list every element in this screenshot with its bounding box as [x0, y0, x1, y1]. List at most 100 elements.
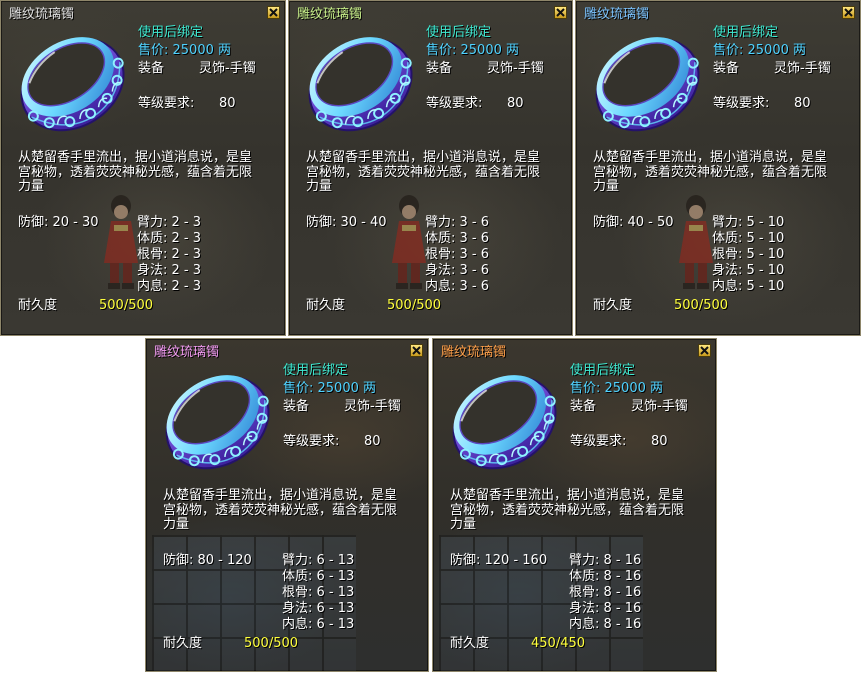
attribute-root-bone: 根骨: 2 - 3 [137, 247, 202, 262]
close-button[interactable] [410, 344, 423, 357]
attribute-root-bone: 根骨: 6 - 13 [282, 585, 355, 600]
close-icon [556, 8, 565, 17]
item-tooltip-5: 雕纹琉璃镯 使用后绑定 售价: 25000 两 装备 灵饰-手镯 等级要求: 8… [432, 338, 717, 672]
description-line: 宫秘物，透着荧荧神秘光感，蕴含着无限 [306, 164, 541, 180]
item-description: 从楚留香手里流出，据小道消息说，是皇 宫秘物，透着荧荧神秘光感，蕴含着无限 力量 [306, 150, 568, 195]
attribute-agility: 身法: 2 - 3 [137, 263, 202, 278]
defense-stat: 防御: 80 - 120 [163, 553, 252, 568]
description-line: 宫秘物，透着荧荧神秘光感，蕴含着无限 [163, 502, 398, 518]
attribute-agility: 身法: 5 - 10 [712, 263, 785, 278]
item-title: 雕纹琉璃镯 [297, 7, 363, 22]
bind-status: 使用后绑定 [713, 25, 779, 40]
item-description: 从楚留香手里流出，据小道消息说，是皇 宫秘物，透着荧荧神秘光感，蕴含着无限 力量 [593, 150, 855, 195]
attribute-list: 臂力: 6 - 13 体质: 6 - 13 根骨: 6 - 13 身法: 6 -… [282, 553, 354, 633]
close-button[interactable] [698, 344, 711, 357]
defense-stat: 防御: 120 - 160 [450, 553, 548, 568]
item-tooltip-2: 雕纹琉璃镯 使用后绑定 售价: 25000 两 装备 灵饰-手镯 等级要求: 8… [288, 0, 573, 336]
durability-value: 500/500 [99, 298, 154, 313]
attribute-inner-breath: 内息: 3 - 6 [425, 279, 490, 294]
description-line: 力量 [163, 517, 190, 532]
attribute-constitution: 体质: 8 - 16 [569, 569, 642, 584]
attribute-root-bone: 根骨: 8 - 16 [569, 585, 642, 600]
bracelet-icon [20, 37, 125, 132]
attribute-constitution: 体质: 3 - 6 [425, 231, 490, 246]
description-line: 宫秘物，透着荧荧神秘光感，蕴含着无限 [593, 164, 828, 180]
close-icon [412, 346, 421, 355]
item-description: 从楚留香手里流出，据小道消息说，是皇 宫秘物，透着荧荧神秘光感，蕴含着无限 力量 [18, 150, 280, 195]
attribute-list: 臂力: 8 - 16 体质: 8 - 16 根骨: 8 - 16 身法: 8 -… [569, 553, 641, 633]
attribute-agility: 身法: 6 - 13 [282, 601, 355, 616]
attribute-agility: 身法: 8 - 16 [569, 601, 642, 616]
level-requirement-value: 80 [651, 434, 668, 449]
item-price: 售价: 25000 两 [426, 43, 519, 58]
attribute-strength: 臂力: 6 - 13 [282, 553, 355, 568]
close-button[interactable] [267, 6, 280, 19]
attribute-strength: 臂力: 5 - 10 [712, 215, 785, 230]
close-icon [269, 8, 278, 17]
durability-label: 耐久度 [306, 298, 346, 313]
description-line: 从楚留香手里流出，据小道消息说，是皇 [593, 150, 828, 165]
bind-status: 使用后绑定 [570, 363, 636, 378]
equip-type: 灵饰-手镯 [487, 61, 544, 76]
bracelet-icon [595, 37, 700, 132]
equip-label: 装备 [426, 61, 453, 76]
description-line: 宫秘物，透着荧荧神秘光感，蕴含着无限 [450, 502, 685, 518]
description-line: 力量 [450, 517, 477, 532]
bind-status: 使用后绑定 [283, 363, 349, 378]
equip-type: 灵饰-手镯 [199, 61, 256, 76]
bind-status: 使用后绑定 [426, 25, 492, 40]
item-title: 雕纹琉璃镯 [441, 345, 507, 360]
item-title: 雕纹琉璃镯 [584, 7, 650, 22]
attribute-root-bone: 根骨: 3 - 6 [425, 247, 490, 262]
equip-label: 装备 [138, 61, 165, 76]
level-requirement-label: 等级要求: [283, 434, 340, 449]
bind-status: 使用后绑定 [138, 25, 204, 40]
attribute-inner-breath: 内息: 5 - 10 [712, 279, 785, 294]
attribute-constitution: 体质: 2 - 3 [137, 231, 202, 246]
attribute-constitution: 体质: 5 - 10 [712, 231, 785, 246]
attribute-inner-breath: 内息: 2 - 3 [137, 279, 202, 294]
description-line: 力量 [593, 179, 620, 194]
durability-label: 耐久度 [450, 636, 490, 651]
item-tooltip-3: 雕纹琉璃镯 使用后绑定 售价: 25000 两 装备 灵饰-手镯 等级要求: 8… [575, 0, 861, 336]
level-requirement-label: 等级要求: [570, 434, 627, 449]
equip-type: 灵饰-手镯 [631, 399, 688, 414]
close-button[interactable] [842, 6, 855, 19]
item-description: 从楚留香手里流出，据小道消息说，是皇 宫秘物，透着荧荧神秘光感，蕴含着无限 力量 [450, 488, 712, 533]
description-line: 从楚留香手里流出，据小道消息说，是皇 [450, 488, 685, 503]
description-line: 力量 [306, 179, 333, 194]
item-description: 从楚留香手里流出，据小道消息说，是皇 宫秘物，透着荧荧神秘光感，蕴含着无限 力量 [163, 488, 425, 533]
attribute-strength: 臂力: 2 - 3 [137, 215, 202, 230]
bracelet-icon [165, 375, 270, 470]
level-requirement-value: 80 [794, 96, 811, 111]
durability-value: 500/500 [674, 298, 729, 313]
durability-label: 耐久度 [18, 298, 58, 313]
item-tooltip-4: 雕纹琉璃镯 使用后绑定 售价: 25000 两 装备 灵饰-手镯 等级要求: 8… [145, 338, 429, 672]
equip-type: 灵饰-手镯 [344, 399, 401, 414]
attribute-inner-breath: 内息: 8 - 16 [569, 617, 642, 632]
close-button[interactable] [554, 6, 567, 19]
durability-value: 450/450 [531, 636, 586, 651]
item-tooltip-1: 雕纹琉璃镯 使用后绑定 售价: 25000 两 装备 灵饰-手镯 等级要求: 8… [0, 0, 286, 336]
level-requirement-label: 等级要求: [138, 96, 195, 111]
close-icon [700, 346, 709, 355]
defense-stat: 防御: 40 - 50 [593, 215, 674, 230]
item-price: 售价: 25000 两 [138, 43, 231, 58]
bracelet-icon [452, 375, 557, 470]
level-requirement-value: 80 [364, 434, 381, 449]
level-requirement-label: 等级要求: [713, 96, 770, 111]
item-title: 雕纹琉璃镯 [154, 345, 220, 360]
description-line: 从楚留香手里流出，据小道消息说，是皇 [163, 488, 398, 503]
close-icon [844, 8, 853, 17]
description-line: 从楚留香手里流出，据小道消息说，是皇 [306, 150, 541, 165]
durability-label: 耐久度 [163, 636, 203, 651]
item-price: 售价: 25000 两 [570, 381, 663, 396]
defense-stat: 防御: 20 - 30 [18, 215, 99, 230]
description-line: 从楚留香手里流出，据小道消息说，是皇 [18, 150, 253, 165]
attribute-list: 臂力: 2 - 3 体质: 2 - 3 根骨: 2 - 3 身法: 2 - 3 … [137, 215, 201, 295]
equip-label: 装备 [283, 399, 310, 414]
defense-stat: 防御: 30 - 40 [306, 215, 387, 230]
durability-value: 500/500 [387, 298, 442, 313]
bracelet-icon [308, 37, 413, 132]
equip-type: 灵饰-手镯 [774, 61, 831, 76]
